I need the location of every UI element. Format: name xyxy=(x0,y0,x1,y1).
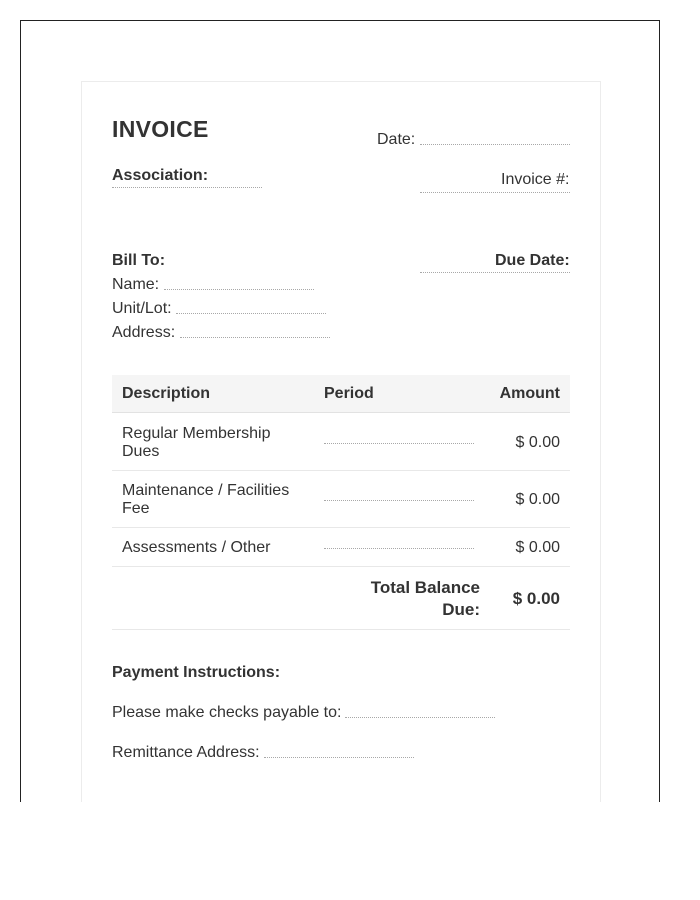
address-label: Address: xyxy=(112,324,176,341)
table-row-period-field[interactable] xyxy=(324,443,474,444)
remittance-address-field[interactable] xyxy=(264,757,414,758)
date-field[interactable] xyxy=(420,144,570,145)
date-label: Date: xyxy=(377,131,416,148)
payment-instructions-heading: Payment Instructions: xyxy=(112,664,281,681)
table-row-period-field[interactable] xyxy=(324,548,474,549)
invoice-title: INVOICE xyxy=(112,116,209,142)
invoice-number-field[interactable] xyxy=(420,192,570,193)
total-balance-value: $ 0.00 xyxy=(512,589,560,608)
due-date-field[interactable] xyxy=(420,272,570,273)
name-label: Name: xyxy=(112,276,160,293)
table-header: Description Period Amount xyxy=(112,375,570,413)
bill-to-label: Bill To: xyxy=(112,252,166,269)
total-balance-label: Total Balance Due: xyxy=(370,578,480,619)
unit-lot-field[interactable] xyxy=(176,313,326,314)
name-field[interactable] xyxy=(164,289,314,290)
table-row-description: Maintenance / Facilities Fee xyxy=(122,482,290,517)
invoice-number-label: Invoice #: xyxy=(501,171,570,188)
table-row-period-field[interactable] xyxy=(324,500,474,501)
table-row-amount: $ 0.00 xyxy=(515,539,560,556)
association-field[interactable] xyxy=(112,187,262,188)
table-row-description: Assessments / Other xyxy=(122,539,271,556)
address-field[interactable] xyxy=(180,337,330,338)
row-divider xyxy=(112,470,570,471)
payable-to-field[interactable] xyxy=(345,717,495,718)
column-header-period: Period xyxy=(324,385,374,402)
table-row-amount: $ 0.00 xyxy=(515,491,560,508)
remittance-address-label: Remittance Address: xyxy=(112,744,260,761)
table-row-amount: $ 0.00 xyxy=(515,434,560,451)
table-row-description: Regular Membership Dues xyxy=(122,425,271,460)
payable-to-label: Please make checks payable to: xyxy=(112,704,342,721)
column-header-amount: Amount xyxy=(499,385,560,402)
row-divider xyxy=(112,566,570,567)
row-divider xyxy=(112,527,570,528)
association-label: Association: xyxy=(112,167,209,184)
due-date-label: Due Date: xyxy=(495,252,570,269)
column-header-description: Description xyxy=(122,385,211,402)
total-divider xyxy=(112,629,570,630)
unit-lot-label: Unit/Lot: xyxy=(112,300,172,317)
